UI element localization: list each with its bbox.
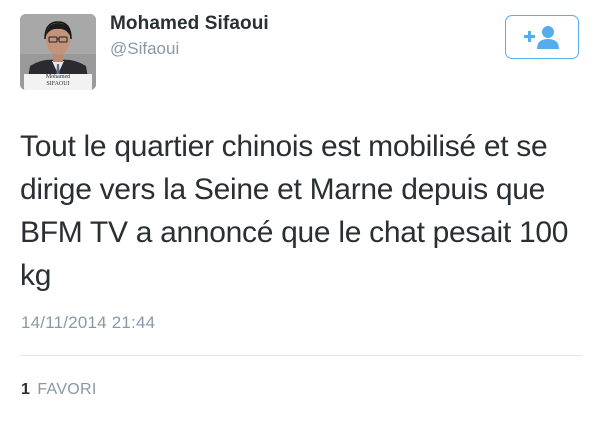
display-name[interactable]: Mohamed Sifaoui: [110, 13, 269, 35]
user-handle[interactable]: @Sifaoui: [110, 39, 179, 59]
tweet-text: Tout le quartier chinois est mobilisé et…: [20, 130, 569, 292]
add-user-icon: [524, 26, 559, 49]
favorites-count: 1: [21, 381, 30, 398]
divider: [20, 355, 582, 356]
tweet-timestamp[interactable]: 14/11/2014 21:44: [21, 313, 155, 333]
avatar-caption-line-1: Mohamed: [45, 74, 71, 80]
avatar-caption-line-2: SIFAOUI: [46, 81, 70, 87]
avatar-caption: Mohamed SIFAOUI: [20, 74, 96, 88]
avatar[interactable]: Mohamed SIFAOUI: [20, 14, 96, 90]
follow-button[interactable]: [505, 15, 579, 59]
favorites-stat[interactable]: 1 FAVORI: [21, 381, 97, 399]
favorites-label: FAVORI: [37, 381, 97, 398]
